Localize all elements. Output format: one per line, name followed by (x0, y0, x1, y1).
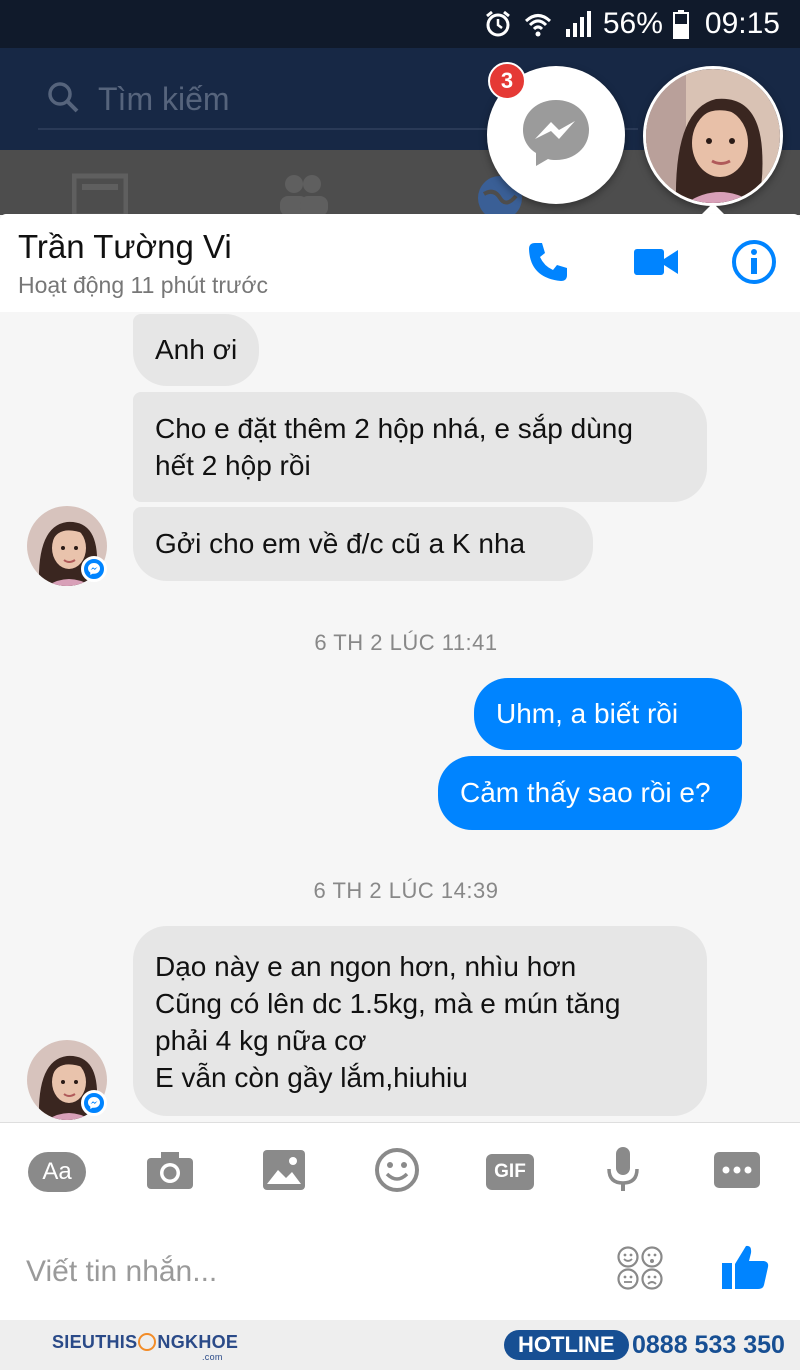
messenger-badge-icon (81, 556, 107, 582)
camera-icon (147, 1151, 193, 1194)
sticker-button[interactable] (374, 1147, 420, 1197)
emoji-faces-icon (616, 1246, 664, 1294)
phone-icon (526, 240, 570, 289)
more-icon (714, 1151, 760, 1193)
message-composer (0, 1222, 800, 1320)
logo-domain: .com (202, 1352, 223, 1362)
battery-percent: 56% (602, 7, 663, 40)
messenger-screen: 56% 09:15 Tìm kiếm 3 Trần Tường Vi Hoạt … (0, 0, 800, 1370)
aa-icon: Aa (28, 1152, 86, 1192)
incoming-message[interactable]: Dạo này e an ngon hơn, nhìu hơn Cũng có … (133, 926, 707, 1116)
hotline-label: HOTLINE (504, 1330, 629, 1360)
timestamp: 6 TH 2 LÚC 14:39 (313, 878, 499, 903)
message-text: Dạo này e an ngon hơn, nhìu hơn (155, 951, 577, 982)
image-icon (263, 1149, 305, 1195)
photo-button[interactable] (262, 1147, 306, 1197)
incoming-message[interactable]: Anh ơi (133, 314, 260, 386)
alarm-icon (483, 9, 513, 39)
message-text: Gởi cho em về đ/c cũ a K nha (155, 528, 526, 559)
message-input[interactable] (26, 1248, 586, 1296)
signal-icon (563, 9, 593, 39)
clock: 09:15 (704, 7, 780, 40)
emoji-button[interactable] (616, 1246, 664, 1295)
messenger-icon (517, 94, 595, 177)
timestamp: 6 TH 2 LÚC 11:41 (314, 630, 498, 655)
like-button[interactable] (720, 1242, 770, 1297)
info-icon (731, 239, 777, 290)
camera-button[interactable] (146, 1147, 194, 1197)
voice-button[interactable] (606, 1146, 640, 1198)
mic-icon (606, 1146, 640, 1198)
message-text: Cảm thấy sao rồi e? (460, 777, 711, 808)
message-text: Cho e đặt thêm 2 hộp nhá, e sắp dùng (155, 413, 633, 444)
logo-text-prefix: SIEUTHIS (52, 1332, 138, 1352)
more-button[interactable] (714, 1147, 760, 1197)
incoming-message[interactable]: Cho e đặt thêm 2 hộp nhá, e sắp dùng hết… (133, 392, 707, 502)
video-icon (634, 247, 678, 282)
message-text: phải 4 kg nữa cơ (155, 1025, 367, 1056)
search-placeholder: Tìm kiếm (98, 80, 230, 117)
logo-mark-icon (138, 1333, 157, 1351)
contact-chat-head-avatar[interactable] (643, 66, 783, 206)
messenger-badge-icon (81, 1090, 107, 1116)
active-status: Hoạt động 11 phút trước (18, 272, 268, 298)
gif-button[interactable]: GIF (486, 1147, 534, 1197)
message-text: hết 2 hộp rồi (155, 450, 311, 481)
battery-icon (672, 9, 689, 39)
smiley-icon (374, 1147, 420, 1198)
watermark-footer: SIEUTHIS NGKHOE .com HOTLINE 0888 533 350 (0, 1320, 800, 1370)
info-button[interactable] (730, 239, 778, 290)
gif-icon: GIF (486, 1154, 534, 1190)
outgoing-message[interactable]: Cảm thấy sao rồi e? (438, 756, 742, 830)
video-call-button[interactable] (632, 240, 680, 288)
message-text: Anh ơi (155, 334, 238, 365)
site-logo: SIEUTHIS NGKHOE .com (52, 1332, 239, 1362)
thumbs-up-icon (720, 1245, 770, 1296)
message-text: Cũng có lên dc 1.5kg, mà e mún tăng (155, 988, 621, 1019)
conversation-header: Trần Tường Vi Hoạt động 11 phút trước (0, 214, 800, 312)
call-button[interactable] (524, 240, 572, 288)
incoming-message[interactable]: Gởi cho em về đ/c cũ a K nha (133, 507, 593, 581)
message-list[interactable]: Anh ơi Cho e đặt thêm 2 hộp nhá, e sắp d… (0, 312, 800, 1122)
outgoing-message[interactable]: Uhm, a biết rồi (474, 678, 742, 750)
text-format-button[interactable]: Aa (28, 1147, 86, 1197)
message-text: E vẫn còn gầy lắm,hiuhiu (155, 1062, 468, 1093)
message-text: Uhm, a biết rồi (496, 698, 679, 729)
search-icon (46, 80, 80, 119)
contact-name[interactable]: Trần Tường Vi (18, 228, 232, 266)
composer-toolbar: Aa GIF (0, 1122, 800, 1222)
unread-badge: 3 (488, 62, 526, 100)
hotline-phone: 0888 533 350 (632, 1331, 785, 1359)
status-bar: 56% 09:15 (0, 0, 800, 48)
logo-text-suffix: NGKHOE (157, 1332, 239, 1352)
wifi-icon (523, 9, 553, 39)
